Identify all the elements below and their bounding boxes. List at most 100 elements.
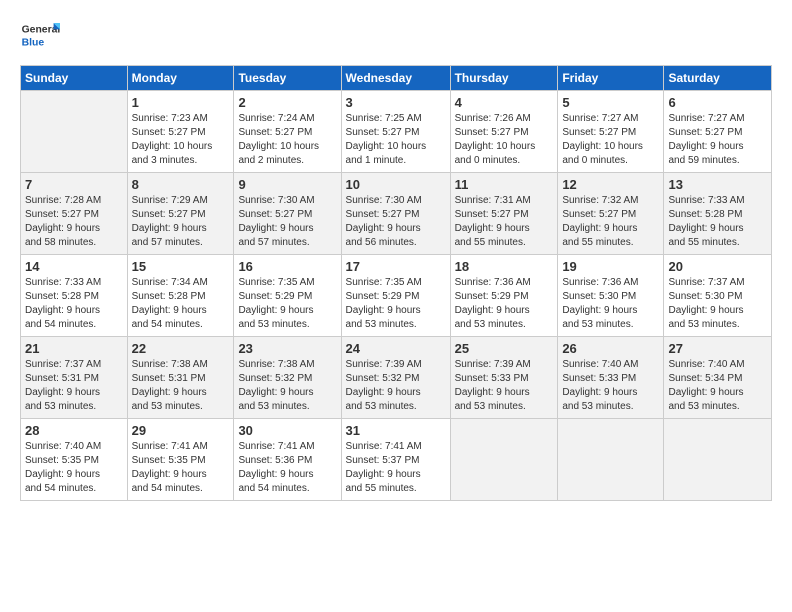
header-cell-friday: Friday — [558, 66, 664, 91]
calendar-cell: 3 Sunrise: 7:25 AM Sunset: 5:27 PM Daylig… — [341, 91, 450, 173]
calendar-cell: 13Sunrise: 7:33 AM Sunset: 5:28 PM Dayli… — [664, 173, 772, 255]
calendar-cell: 6 Sunrise: 7:27 AM Sunset: 5:27 PM Daylig… — [664, 91, 772, 173]
day-number: 6 — [668, 95, 767, 110]
calendar-cell: 15Sunrise: 7:34 AM Sunset: 5:28 PM Dayli… — [127, 255, 234, 337]
calendar-cell: 9Sunrise: 7:30 AM Sunset: 5:27 PM Daylig… — [234, 173, 341, 255]
header-cell-thursday: Thursday — [450, 66, 558, 91]
calendar-cell: 21 Sunrise: 7:37 AM Sunset: 5:31 PM Dayli… — [21, 337, 128, 419]
calendar-table: SundayMondayTuesdayWednesdayThursdayFrid… — [20, 65, 772, 501]
week-row: 21 Sunrise: 7:37 AM Sunset: 5:31 PM Dayli… — [21, 337, 772, 419]
day-number: 21 — [25, 341, 123, 356]
calendar-cell: 25 Sunrise: 7:39 AM Sunset: 5:33 PM Dayli… — [450, 337, 558, 419]
day-number: 5 — [562, 95, 659, 110]
week-row: 7Sunrise: 7:28 AM Sunset: 5:27 PM Daylig… — [21, 173, 772, 255]
day-info: Sunrise: 7:24 AM Sunset: 5:27 PM Dayligh… — [238, 112, 336, 168]
calendar-cell — [21, 91, 128, 173]
calendar-cell: 26 Sunrise: 7:40 AM Sunset: 5:33 PM Dayli… — [558, 337, 664, 419]
day-info: Sunrise: 7:41 AM Sunset: 5:36 PM Dayligh… — [238, 440, 336, 496]
calendar-cell — [664, 419, 772, 501]
day-number: 31 — [346, 423, 446, 438]
calendar-cell — [558, 419, 664, 501]
calendar-cell: 27 Sunrise: 7:40 AM Sunset: 5:34 PM Dayli… — [664, 337, 772, 419]
day-info: Sunrise: 7:37 AM Sunset: 5:31 PM Dayligh… — [25, 358, 123, 414]
day-number: 9 — [238, 177, 336, 192]
day-info: Sunrise: 7:35 AM Sunset: 5:29 PM Dayligh… — [346, 276, 446, 332]
calendar-cell: 2 Sunrise: 7:24 AM Sunset: 5:27 PM Daylig… — [234, 91, 341, 173]
calendar-page: General Blue SundayMondayTuesdayWednesda… — [0, 0, 792, 612]
day-number: 20 — [668, 259, 767, 274]
calendar-cell — [450, 419, 558, 501]
day-number: 25 — [455, 341, 554, 356]
day-info: Sunrise: 7:30 AM Sunset: 5:27 PM Dayligh… — [346, 194, 446, 250]
day-number: 16 — [238, 259, 336, 274]
calendar-cell: 14 Sunrise: 7:33 AM Sunset: 5:28 PM Dayli… — [21, 255, 128, 337]
day-info: Sunrise: 7:40 AM Sunset: 5:35 PM Dayligh… — [25, 440, 123, 496]
calendar-cell: 20Sunrise: 7:37 AM Sunset: 5:30 PM Dayli… — [664, 255, 772, 337]
calendar-cell: 16Sunrise: 7:35 AM Sunset: 5:29 PM Dayli… — [234, 255, 341, 337]
day-number: 30 — [238, 423, 336, 438]
calendar-cell: 1Sunrise: 7:23 AM Sunset: 5:27 PM Daylig… — [127, 91, 234, 173]
header: General Blue — [20, 15, 772, 55]
day-info: Sunrise: 7:25 AM Sunset: 5:27 PM Dayligh… — [346, 112, 446, 168]
day-info: Sunrise: 7:39 AM Sunset: 5:33 PM Dayligh… — [455, 358, 554, 414]
calendar-cell: 23 Sunrise: 7:38 AM Sunset: 5:32 PM Dayli… — [234, 337, 341, 419]
day-number: 2 — [238, 95, 336, 110]
day-number: 24 — [346, 341, 446, 356]
logo: General Blue — [20, 15, 64, 55]
day-number: 18 — [455, 259, 554, 274]
day-number: 13 — [668, 177, 767, 192]
day-info: Sunrise: 7:27 AM Sunset: 5:27 PM Dayligh… — [562, 112, 659, 168]
day-number: 7 — [25, 177, 123, 192]
svg-text:Blue: Blue — [22, 37, 45, 48]
day-number: 14 — [25, 259, 123, 274]
day-number: 19 — [562, 259, 659, 274]
day-info: Sunrise: 7:40 AM Sunset: 5:33 PM Dayligh… — [562, 358, 659, 414]
calendar-cell: 22 Sunrise: 7:38 AM Sunset: 5:31 PM Dayli… — [127, 337, 234, 419]
calendar-cell: 29 Sunrise: 7:41 AM Sunset: 5:35 PM Dayli… — [127, 419, 234, 501]
calendar-cell: 18Sunrise: 7:36 AM Sunset: 5:29 PM Dayli… — [450, 255, 558, 337]
header-cell-wednesday: Wednesday — [341, 66, 450, 91]
day-number: 26 — [562, 341, 659, 356]
header-cell-saturday: Saturday — [664, 66, 772, 91]
day-info: Sunrise: 7:32 AM Sunset: 5:27 PM Dayligh… — [562, 194, 659, 250]
day-info: Sunrise: 7:41 AM Sunset: 5:35 PM Dayligh… — [132, 440, 230, 496]
day-number: 3 — [346, 95, 446, 110]
day-info: Sunrise: 7:27 AM Sunset: 5:27 PM Dayligh… — [668, 112, 767, 168]
week-row: 1Sunrise: 7:23 AM Sunset: 5:27 PM Daylig… — [21, 91, 772, 173]
day-info: Sunrise: 7:36 AM Sunset: 5:30 PM Dayligh… — [562, 276, 659, 332]
calendar-cell: 30 Sunrise: 7:41 AM Sunset: 5:36 PM Dayli… — [234, 419, 341, 501]
day-info: Sunrise: 7:31 AM Sunset: 5:27 PM Dayligh… — [455, 194, 554, 250]
day-info: Sunrise: 7:23 AM Sunset: 5:27 PM Dayligh… — [132, 112, 230, 168]
header-cell-tuesday: Tuesday — [234, 66, 341, 91]
day-info: Sunrise: 7:39 AM Sunset: 5:32 PM Dayligh… — [346, 358, 446, 414]
day-info: Sunrise: 7:26 AM Sunset: 5:27 PM Dayligh… — [455, 112, 554, 168]
day-info: Sunrise: 7:38 AM Sunset: 5:32 PM Dayligh… — [238, 358, 336, 414]
day-info: Sunrise: 7:38 AM Sunset: 5:31 PM Dayligh… — [132, 358, 230, 414]
calendar-cell: 24 Sunrise: 7:39 AM Sunset: 5:32 PM Dayli… — [341, 337, 450, 419]
calendar-cell: 5 Sunrise: 7:27 AM Sunset: 5:27 PM Daylig… — [558, 91, 664, 173]
calendar-cell: 7Sunrise: 7:28 AM Sunset: 5:27 PM Daylig… — [21, 173, 128, 255]
day-number: 27 — [668, 341, 767, 356]
calendar-cell: 28 Sunrise: 7:40 AM Sunset: 5:35 PM Dayli… — [21, 419, 128, 501]
day-info: Sunrise: 7:41 AM Sunset: 5:37 PM Dayligh… — [346, 440, 446, 496]
day-number: 28 — [25, 423, 123, 438]
day-number: 22 — [132, 341, 230, 356]
calendar-cell: 17Sunrise: 7:35 AM Sunset: 5:29 PM Dayli… — [341, 255, 450, 337]
calendar-cell: 12Sunrise: 7:32 AM Sunset: 5:27 PM Dayli… — [558, 173, 664, 255]
day-number: 29 — [132, 423, 230, 438]
day-info: Sunrise: 7:33 AM Sunset: 5:28 PM Dayligh… — [25, 276, 123, 332]
week-row: 14 Sunrise: 7:33 AM Sunset: 5:28 PM Dayli… — [21, 255, 772, 337]
day-number: 4 — [455, 95, 554, 110]
day-number: 23 — [238, 341, 336, 356]
calendar-cell: 19 Sunrise: 7:36 AM Sunset: 5:30 PM Dayli… — [558, 255, 664, 337]
day-info: Sunrise: 7:40 AM Sunset: 5:34 PM Dayligh… — [668, 358, 767, 414]
calendar-cell: 10 Sunrise: 7:30 AM Sunset: 5:27 PM Dayli… — [341, 173, 450, 255]
day-number: 10 — [346, 177, 446, 192]
header-row: SundayMondayTuesdayWednesdayThursdayFrid… — [21, 66, 772, 91]
day-number: 11 — [455, 177, 554, 192]
week-row: 28 Sunrise: 7:40 AM Sunset: 5:35 PM Dayli… — [21, 419, 772, 501]
header-cell-monday: Monday — [127, 66, 234, 91]
day-info: Sunrise: 7:29 AM Sunset: 5:27 PM Dayligh… — [132, 194, 230, 250]
header-cell-sunday: Sunday — [21, 66, 128, 91]
logo-icon: General Blue — [20, 15, 60, 55]
